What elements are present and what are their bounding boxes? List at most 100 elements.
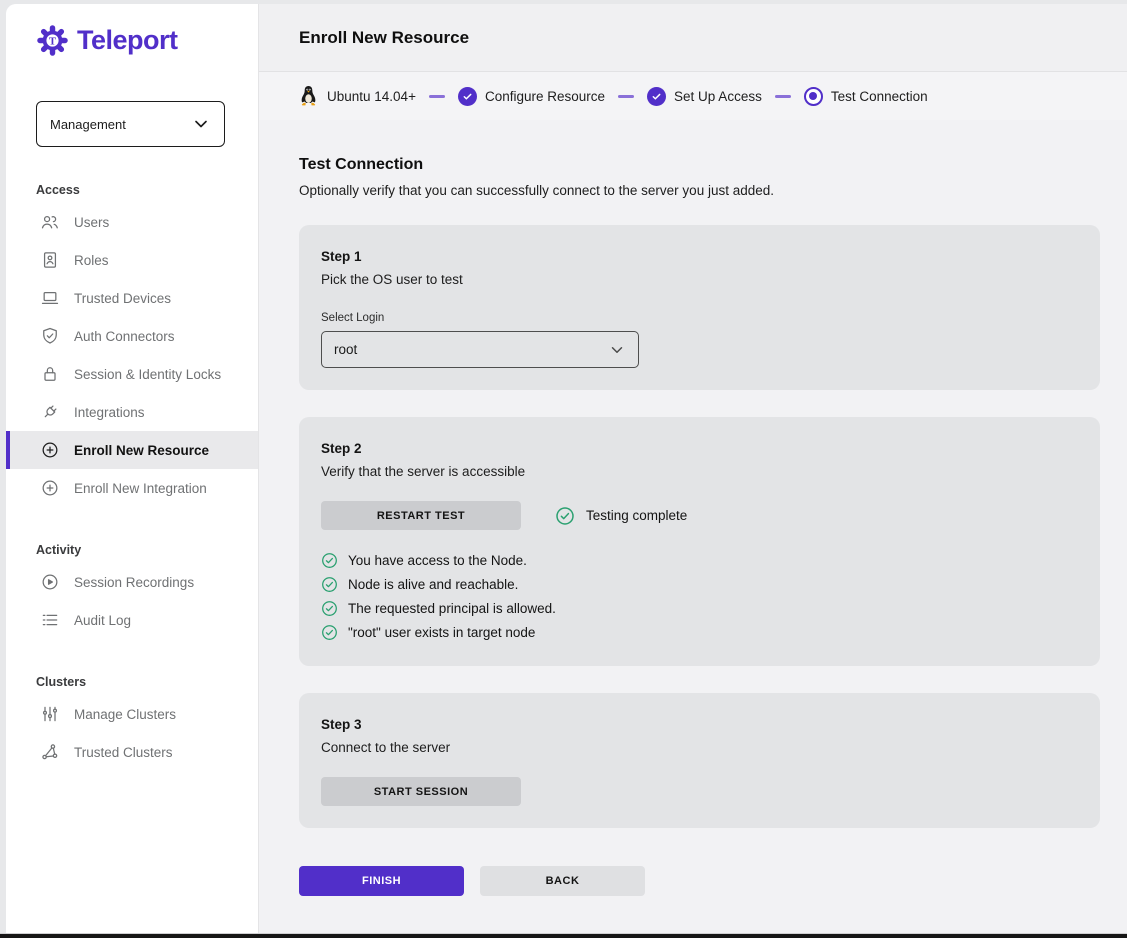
step-set-up-access: Set Up Access [647,87,762,106]
stepper-resource-label: Ubuntu 14.04+ [327,89,416,104]
step2-title: Step 2 [321,441,1078,456]
step3-description: Connect to the server [321,740,1078,755]
stepper-connector [429,95,445,98]
stepper-connector [775,95,791,98]
login-select-value: root [334,342,357,357]
step3-title: Step 3 [321,717,1078,732]
workspace-selector-value: Management [50,117,126,132]
content: Test Connection Optionally verify that y… [259,120,1127,906]
start-session-button[interactable]: START SESSION [321,777,521,806]
stepper-connector [618,95,634,98]
sidebar: T Teleport Management Access Users Roles [6,4,259,933]
sidebar-item-label: Trusted Devices [74,291,171,306]
shield-check-icon [40,326,60,346]
workspace-selector[interactable]: Management [36,101,225,147]
restart-test-button[interactable]: RESTART TEST [321,501,521,530]
laptop-icon [40,288,60,308]
sidebar-item-users[interactable]: Users [6,203,258,241]
sidebar-section-clusters: Clusters [36,675,258,689]
step-test-connection: Test Connection [804,87,928,106]
check-item-label: Node is alive and reachable. [348,577,518,592]
step-label: Configure Resource [485,89,605,104]
brand-name: Teleport [77,25,178,56]
step1-title: Step 1 [321,249,1078,264]
step-label: Set Up Access [674,89,762,104]
check-item: The requested principal is allowed. [321,596,1078,620]
login-select[interactable]: root [321,331,639,368]
section-title: Test Connection [299,156,1100,174]
sidebar-item-roles[interactable]: Roles [6,241,258,279]
sidebar-item-label: Enroll New Integration [74,481,207,496]
step1-description: Pick the OS user to test [321,272,1078,287]
step1-card: Step 1 Pick the OS user to test Select L… [299,225,1100,390]
sidebar-item-label: Manage Clusters [74,707,176,722]
sidebar-item-label: Session & Identity Locks [74,367,221,382]
sidebar-item-integrations[interactable]: Integrations [6,393,258,431]
sidebar-item-label: Users [74,215,109,230]
sidebar-item-label: Session Recordings [74,575,194,590]
step2-description: Verify that the server is accessible [321,464,1078,479]
step3-card: Step 3 Connect to the server START SESSI… [299,693,1100,828]
sidebar-item-enroll-new-resource[interactable]: Enroll New Resource [6,431,258,469]
step-active-icon [804,87,823,106]
sidebar-item-manage-clusters[interactable]: Manage Clusters [6,695,258,733]
sidebar-item-label: Auth Connectors [74,329,175,344]
check-item-label: "root" user exists in target node [348,625,535,640]
window-bottom-edge [0,933,1127,938]
test-status: Testing complete [555,506,687,526]
sidebar-item-session-recordings[interactable]: Session Recordings [6,563,258,601]
check-item: You have access to the Node. [321,548,1078,572]
check-item: "root" user exists in target node [321,620,1078,644]
wizard-actions: FINISH BACK [299,866,1100,906]
sidebar-item-label: Enroll New Resource [74,443,209,458]
check-circle-icon [321,552,338,569]
network-icon [40,742,60,762]
sidebar-item-label: Roles [74,253,109,268]
chevron-down-icon [608,341,626,359]
page-header: Enroll New Resource [259,4,1127,72]
stepper: Ubuntu 14.04+ Configure Resource Set Up … [259,72,1127,120]
finish-button[interactable]: FINISH [299,866,464,896]
page-title: Enroll New Resource [299,28,469,48]
linux-tux-icon [299,85,318,108]
step-label: Test Connection [831,89,928,104]
teleport-logo[interactable]: T Teleport [36,24,258,57]
check-circle-icon [321,600,338,617]
sidebar-item-trusted-devices[interactable]: Trusted Devices [6,279,258,317]
check-list: You have access to the Node. Node is ali… [321,548,1078,644]
sidebar-item-label: Audit Log [74,613,131,628]
check-circle-icon [555,506,575,526]
check-item-label: You have access to the Node. [348,553,527,568]
main-area: Enroll New Resource Ubuntu 14.04+ [259,4,1127,933]
list-icon [40,610,60,630]
sliders-icon [40,704,60,724]
check-item: Node is alive and reachable. [321,572,1078,596]
id-card-icon [40,250,60,270]
lock-icon [40,364,60,384]
plus-circle-icon [40,440,60,460]
sidebar-item-enroll-new-integration[interactable]: Enroll New Integration [6,469,258,507]
select-login-label: Select Login [321,312,1078,324]
step-configure-resource: Configure Resource [458,87,605,106]
sidebar-item-audit-log[interactable]: Audit Log [6,601,258,639]
test-status-label: Testing complete [586,508,687,523]
sidebar-item-session-identity-locks[interactable]: Session & Identity Locks [6,355,258,393]
users-icon [40,212,60,232]
sidebar-item-auth-connectors[interactable]: Auth Connectors [6,317,258,355]
sidebar-item-label: Trusted Clusters [74,745,173,760]
back-button[interactable]: BACK [480,866,645,896]
plus-circle-icon [40,478,60,498]
step-complete-icon [647,87,666,106]
check-circle-icon [321,576,338,593]
check-circle-icon [321,624,338,641]
step-complete-icon [458,87,477,106]
check-item-label: The requested principal is allowed. [348,601,556,616]
sidebar-item-label: Integrations [74,405,145,420]
sidebar-section-access: Access [36,183,258,197]
section-subtitle: Optionally verify that you can successfu… [299,183,1100,198]
svg-text:T: T [49,35,56,47]
step2-card: Step 2 Verify that the server is accessi… [299,417,1100,666]
plug-icon [40,402,60,422]
sidebar-item-trusted-clusters[interactable]: Trusted Clusters [6,733,258,771]
app-window: T Teleport Management Access Users Roles [6,4,1127,933]
